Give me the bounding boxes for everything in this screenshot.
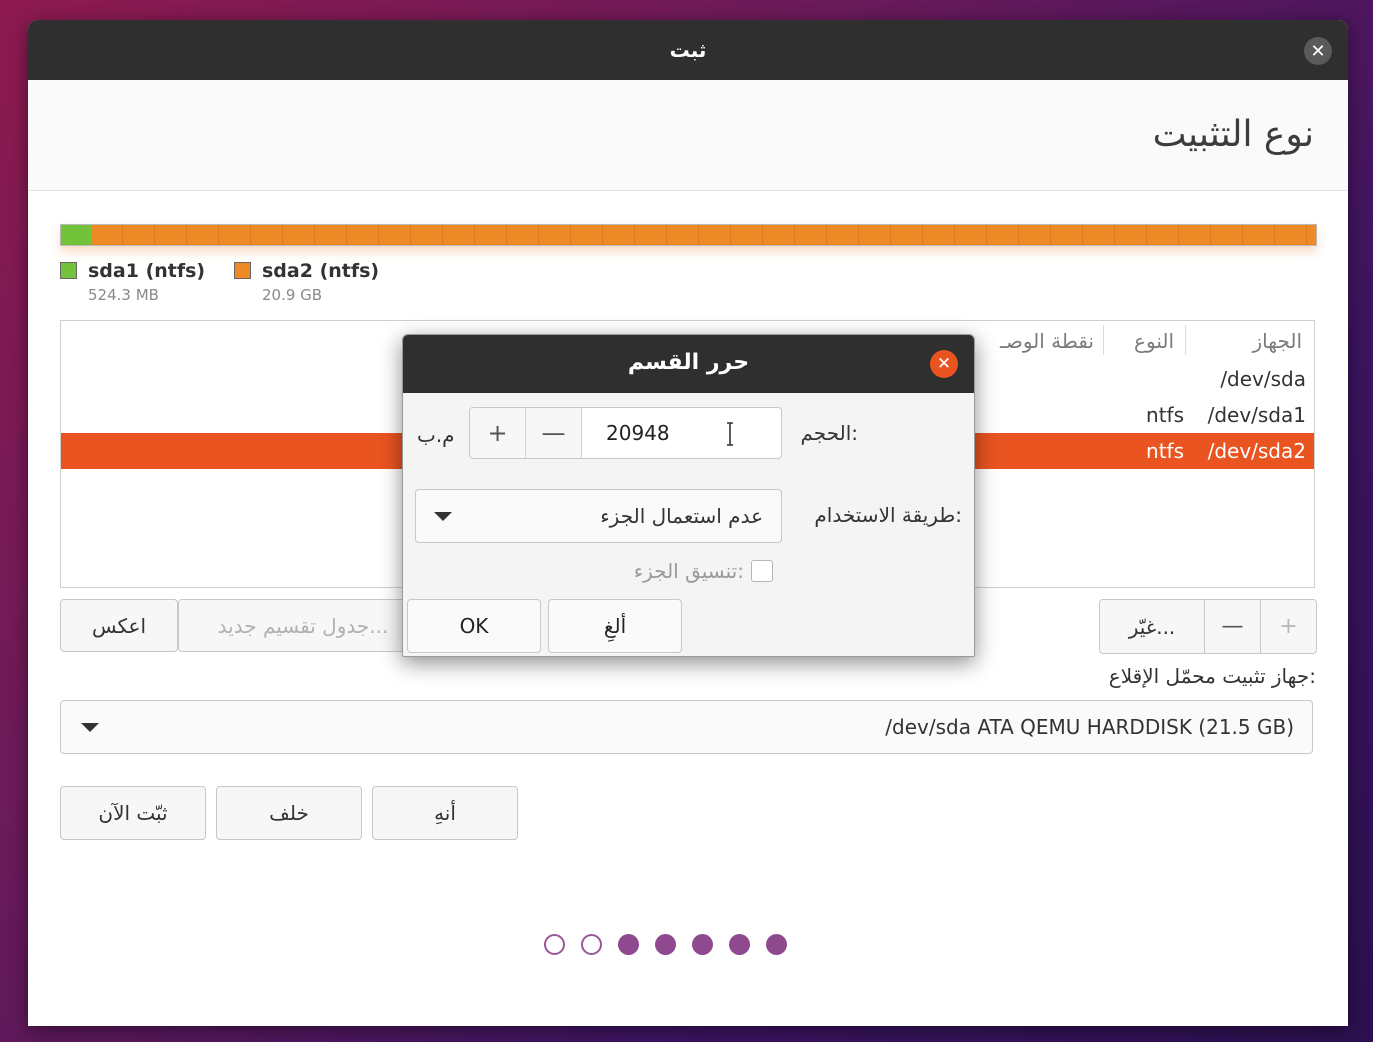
bootloader-selected-value: /dev/sda ATA QEMU HARDDISK (21.5 GB) bbox=[885, 715, 1294, 739]
page-header: نوع التثبيت bbox=[28, 80, 1348, 191]
chevron-down-icon bbox=[81, 723, 99, 732]
size-unit-label: م.ب bbox=[417, 423, 455, 447]
close-icon: ✕ bbox=[936, 354, 952, 374]
progress-dots bbox=[544, 934, 787, 955]
ok-button[interactable]: OK bbox=[407, 599, 541, 653]
text-cursor-icon bbox=[727, 422, 733, 446]
dialog-title: حرر القسم bbox=[627, 350, 750, 375]
legend-name: sda2 (ntfs) bbox=[262, 260, 380, 282]
change-partition-button[interactable]: غيّر... bbox=[1100, 600, 1204, 653]
cell-device: /dev/sda bbox=[1220, 367, 1306, 391]
column-separator bbox=[1103, 325, 1104, 355]
progress-dot bbox=[655, 934, 676, 955]
progress-dot bbox=[692, 934, 713, 955]
legend-size: 20.9 GB bbox=[262, 286, 323, 304]
bootloader-device-select[interactable]: /dev/sda ATA QEMU HARDDISK (21.5 GB) bbox=[60, 700, 1313, 754]
column-header-device[interactable]: الجهاز bbox=[1252, 329, 1302, 353]
cell-device: /dev/sda2 bbox=[1207, 439, 1306, 463]
progress-dot bbox=[581, 934, 602, 955]
partition-bar-sda2 bbox=[91, 225, 1316, 245]
chevron-down-icon bbox=[434, 512, 452, 521]
decrease-size-button[interactable]: — bbox=[526, 408, 582, 458]
use-as-selected-value: عدم استعمال الجزء bbox=[600, 504, 763, 528]
legend-size: 524.3 MB bbox=[88, 286, 159, 304]
window-titlebar: ثبت ✕ bbox=[28, 20, 1348, 80]
legend-swatch-sda1 bbox=[60, 262, 77, 279]
new-partition-table-button[interactable]: جدول تقسيم جديد... bbox=[178, 599, 428, 652]
close-icon: ✕ bbox=[1310, 40, 1326, 62]
cancel-button[interactable]: ألغِ bbox=[548, 599, 682, 653]
progress-dot bbox=[618, 934, 639, 955]
legend-name: sda1 (ntfs) bbox=[88, 260, 206, 282]
quit-button[interactable]: أنهِ bbox=[372, 786, 518, 840]
partition-bar-sda1 bbox=[61, 225, 91, 245]
increase-size-button[interactable]: + bbox=[470, 408, 526, 458]
size-spinbox[interactable]: + — 20948 bbox=[469, 407, 782, 459]
cell-type: ntfs bbox=[1146, 403, 1184, 427]
add-partition-button[interactable]: + bbox=[1260, 600, 1316, 653]
partition-bar bbox=[60, 224, 1317, 246]
size-value: 20948 bbox=[606, 421, 670, 445]
page-title: نوع التثبيت bbox=[1152, 114, 1314, 155]
remove-partition-button[interactable]: — bbox=[1204, 600, 1260, 653]
use-as-select[interactable]: عدم استعمال الجزء bbox=[415, 489, 782, 543]
window-close-button[interactable]: ✕ bbox=[1304, 37, 1332, 65]
back-button[interactable]: خلف bbox=[216, 786, 362, 840]
size-input[interactable]: 20948 bbox=[582, 408, 781, 458]
column-separator bbox=[1185, 325, 1186, 355]
column-header-type[interactable]: النوع bbox=[1134, 329, 1174, 353]
install-now-button[interactable]: ثبّت الآن bbox=[60, 786, 206, 840]
dialog-titlebar: حرر القسم ✕ bbox=[403, 335, 974, 393]
window-title: ثبت bbox=[669, 38, 707, 62]
format-partition-label: تنسيق الجزء: bbox=[633, 559, 744, 583]
size-label: الحجم: bbox=[800, 421, 858, 445]
progress-dot bbox=[544, 934, 565, 955]
progress-dot bbox=[766, 934, 787, 955]
partition-actions-group: غيّر... — + bbox=[1099, 599, 1317, 654]
edit-partition-dialog: حرر القسم ✕ م.ب + — 20948 الحجم: عدم است… bbox=[402, 334, 975, 657]
use-as-label: طريقة الاستخدام: bbox=[814, 503, 962, 527]
revert-button[interactable]: اعكس bbox=[60, 599, 178, 652]
cell-device: /dev/sda1 bbox=[1207, 403, 1306, 427]
progress-dot bbox=[729, 934, 750, 955]
bootloader-label: جهاز تثبيت محمّل الإقلاع: bbox=[1108, 664, 1316, 688]
dialog-close-button[interactable]: ✕ bbox=[930, 350, 958, 378]
legend-swatch-sda2 bbox=[234, 262, 251, 279]
format-partition-checkbox[interactable] bbox=[751, 560, 773, 582]
column-header-mount-point[interactable]: نقطة الوصـ bbox=[1000, 329, 1094, 353]
cell-type: ntfs bbox=[1146, 439, 1184, 463]
